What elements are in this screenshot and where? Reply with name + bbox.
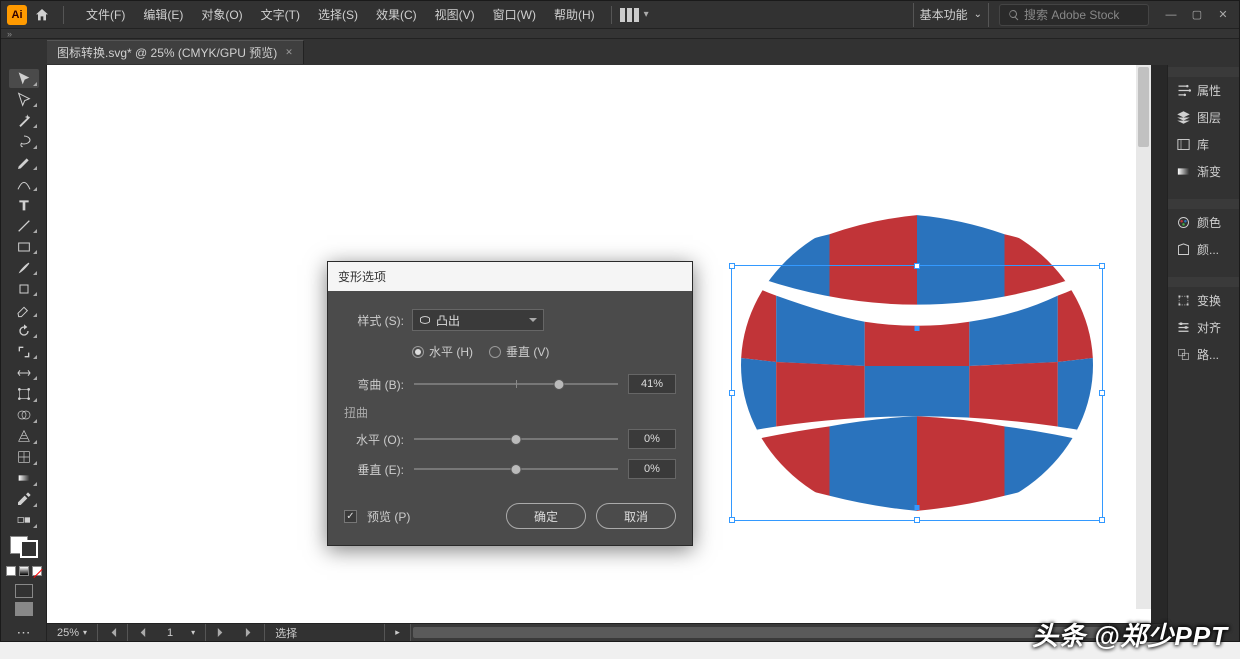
shape-builder-tool-icon[interactable] (9, 406, 39, 425)
document-tabs: 图标转换.svg* @ 25% (CMYK/GPU 预览) ✕ (1, 39, 1239, 65)
prev-artboard-icon[interactable] (98, 624, 128, 641)
color-mode-icons[interactable] (6, 566, 42, 576)
panel-layers[interactable]: 图层 (1168, 104, 1239, 131)
panels-dock: 属性 图层 库 渐变 颜色 颜... 变换 对齐 路... (1167, 65, 1239, 641)
status-bar: 25%▾ 1▾ 选择 ▸ (47, 623, 1167, 641)
bend-value[interactable]: 41% (628, 374, 676, 394)
orientation-vertical-radio[interactable]: 垂直 (V) (489, 343, 549, 360)
menu-item[interactable]: 文字(T) (253, 3, 308, 26)
preview-label: 预览 (P) (367, 508, 410, 525)
vertical-distort-slider[interactable] (414, 462, 618, 476)
maximize-icon[interactable]: ▢ (1187, 7, 1207, 23)
gradient-tool-icon[interactable] (9, 469, 39, 488)
horizontal-distort-value[interactable]: 0% (628, 429, 676, 449)
free-transform-tool-icon[interactable] (9, 384, 39, 403)
width-tool-icon[interactable] (9, 363, 39, 382)
rotate-tool-icon[interactable] (9, 321, 39, 340)
type-tool-icon[interactable] (9, 195, 39, 214)
home-icon[interactable] (29, 5, 55, 25)
selection-tool-icon[interactable] (9, 69, 39, 88)
close-icon[interactable]: ✕ (1213, 7, 1233, 23)
eraser-tool-icon[interactable] (9, 300, 39, 319)
eyedropper-tool-icon[interactable] (9, 490, 39, 509)
panel-gradient[interactable]: 渐变 (1168, 158, 1239, 185)
tab-title: 图标转换.svg* @ 25% (CMYK/GPU 预览) (57, 44, 277, 61)
rectangle-tool-icon[interactable] (9, 237, 39, 256)
next-icon[interactable] (206, 624, 235, 641)
app-logo-icon: Ai (7, 5, 27, 25)
artboard-number[interactable]: 1▾ (157, 624, 206, 641)
mesh-tool-icon[interactable] (9, 448, 39, 467)
panel-pathfinder[interactable]: 路... (1168, 341, 1239, 368)
bend-label: 弯曲 (B): (344, 376, 404, 393)
workspace-picker[interactable]: 基本功能 (913, 3, 989, 27)
direct-selection-tool-icon[interactable] (9, 90, 39, 109)
vertical-distort-value[interactable]: 0% (628, 459, 676, 479)
zoom-level[interactable]: 25%▾ (47, 624, 98, 641)
vertical-distort-label: 垂直 (E): (344, 461, 404, 478)
panel-transform[interactable]: 变换 (1168, 287, 1239, 314)
tools-panel: ⋯ (1, 65, 47, 641)
paintbrush-tool-icon[interactable] (9, 258, 39, 277)
canvas-area: 变形选项 样式 (S): 凸出 水平 (H) 垂直 (V) (47, 65, 1167, 641)
preview-checkbox[interactable]: ✓ (344, 510, 357, 523)
tab-close-icon[interactable]: ✕ (285, 47, 293, 58)
warp-options-dialog: 变形选项 样式 (S): 凸出 水平 (H) 垂直 (V) (327, 261, 693, 546)
current-tool-label[interactable]: 选择 (265, 624, 385, 641)
selection-bounding-box[interactable] (731, 265, 1103, 521)
layout-toggle-icon[interactable] (620, 8, 640, 22)
blend-tool-icon[interactable] (9, 511, 39, 530)
menu-item[interactable]: 效果(C) (368, 3, 425, 26)
line-tool-icon[interactable] (9, 216, 39, 235)
magic-wand-tool-icon[interactable] (9, 111, 39, 130)
scale-tool-icon[interactable] (9, 342, 39, 361)
menu-item[interactable]: 视图(V) (427, 3, 483, 26)
artboard[interactable]: 变形选项 样式 (S): 凸出 水平 (H) 垂直 (V) (47, 65, 1151, 623)
panel-color-guide[interactable]: 颜... (1168, 236, 1239, 263)
menu-item[interactable]: 对象(O) (193, 3, 250, 26)
style-label: 样式 (S): (344, 312, 404, 329)
panel-align[interactable]: 对齐 (1168, 314, 1239, 341)
panel-libraries[interactable]: 库 (1168, 131, 1239, 158)
edit-toolbar-icon[interactable]: ⋯ (17, 624, 31, 641)
next-artboard-icon[interactable] (235, 624, 265, 641)
search-stock-input[interactable]: 搜索 Adobe Stock (999, 4, 1149, 26)
menu-item[interactable]: 窗口(W) (485, 3, 544, 26)
minimize-icon[interactable]: — (1161, 7, 1181, 23)
dialog-title[interactable]: 变形选项 (328, 262, 692, 291)
perspective-tool-icon[interactable] (9, 427, 39, 446)
horizontal-scrollbar[interactable] (410, 624, 1110, 641)
distortion-label: 扭曲 (344, 404, 676, 421)
horizontal-distort-slider[interactable] (414, 432, 618, 446)
menu-item[interactable]: 编辑(E) (135, 3, 191, 26)
menu-item[interactable]: 选择(S) (310, 3, 366, 26)
lasso-tool-icon[interactable] (9, 132, 39, 151)
document-tab[interactable]: 图标转换.svg* @ 25% (CMYK/GPU 预览) ✕ (47, 40, 304, 64)
menu-item[interactable]: 帮助(H) (546, 3, 603, 26)
warp-style-select[interactable]: 凸出 (412, 309, 544, 331)
dock-handle[interactable] (1, 29, 1239, 39)
cancel-button[interactable]: 取消 (596, 503, 676, 529)
prev-icon[interactable] (128, 624, 157, 641)
horizontal-distort-label: 水平 (O): (344, 431, 404, 448)
menu-item[interactable]: 文件(F) (78, 3, 133, 26)
panel-properties[interactable]: 属性 (1168, 77, 1239, 104)
bend-slider[interactable] (414, 377, 618, 391)
orientation-horizontal-radio[interactable]: 水平 (H) (412, 343, 473, 360)
screen-mode-icons[interactable] (15, 584, 33, 616)
panel-color[interactable]: 颜色 (1168, 209, 1239, 236)
ok-button[interactable]: 确定 (506, 503, 586, 529)
curvature-tool-icon[interactable] (9, 174, 39, 193)
vertical-scrollbar[interactable] (1136, 65, 1151, 609)
shaper-tool-icon[interactable] (9, 279, 39, 298)
pen-tool-icon[interactable] (9, 153, 39, 172)
menubar: Ai 文件(F)编辑(E)对象(O)文字(T)选择(S)效果(C)视图(V)窗口… (1, 1, 1239, 29)
color-swatch[interactable] (10, 536, 38, 558)
